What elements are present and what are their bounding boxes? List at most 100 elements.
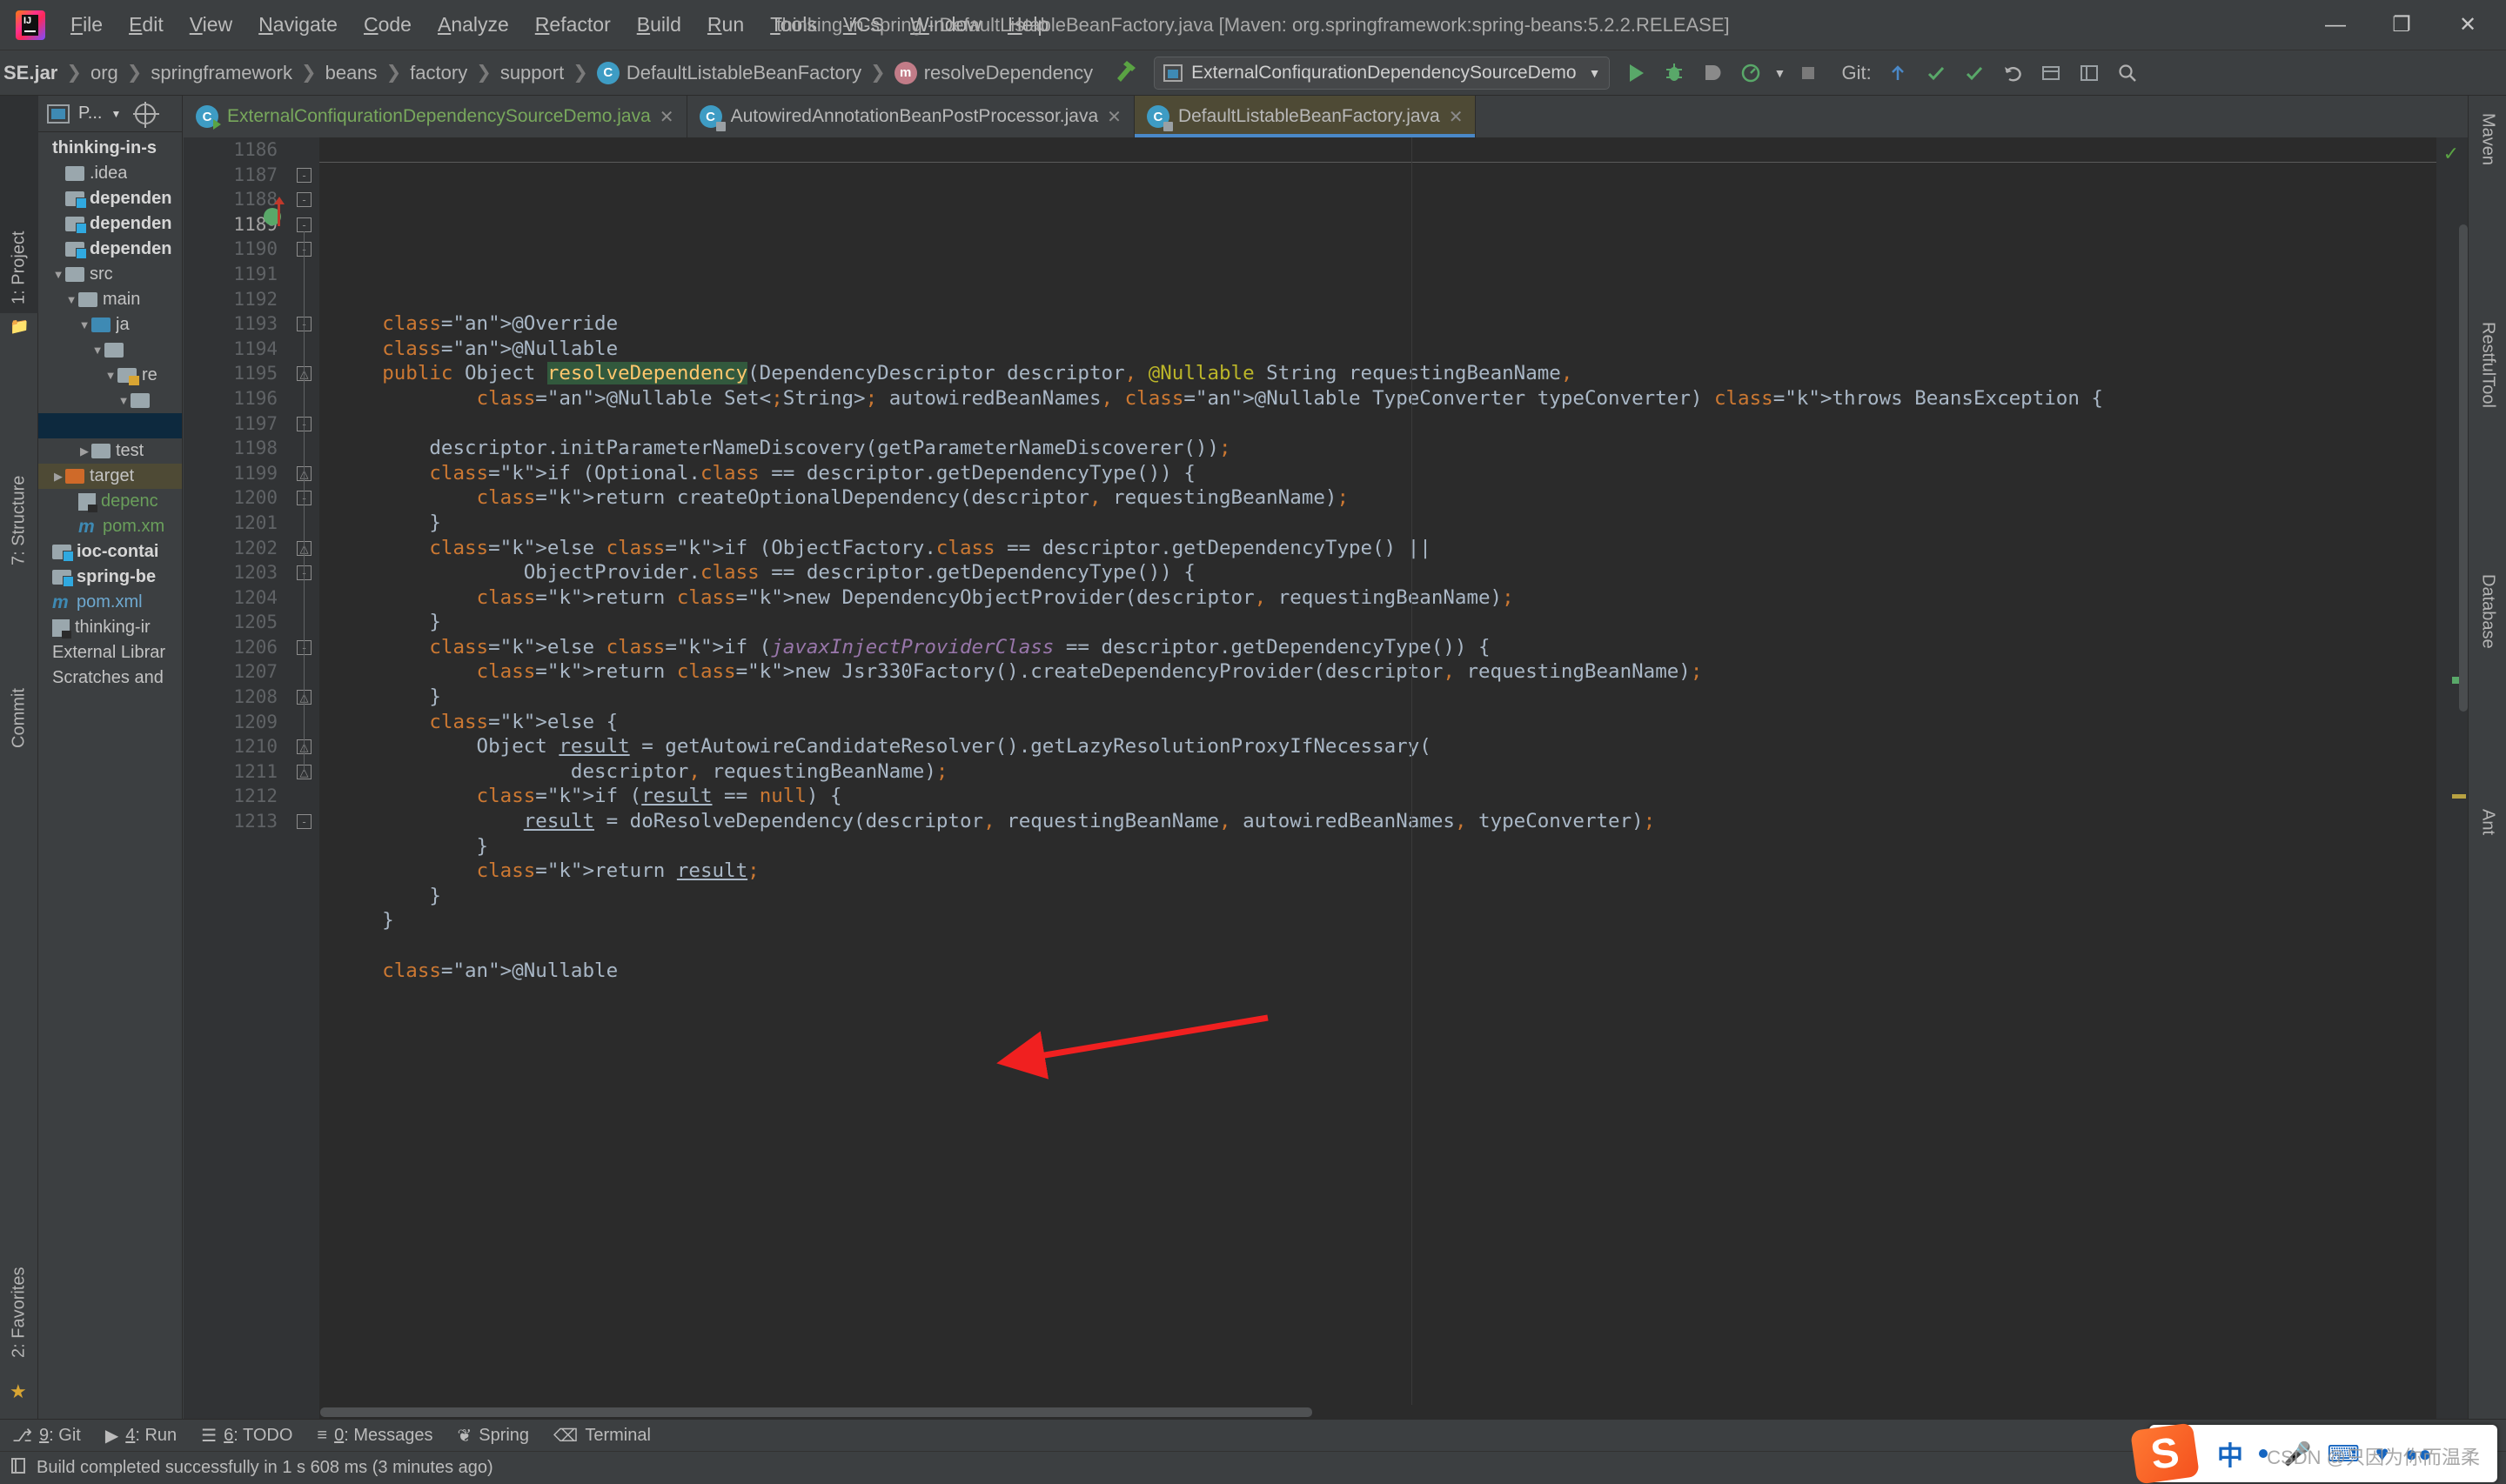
tree-node[interactable]: ▼src [38, 262, 182, 287]
code-line[interactable]: class="k">return class="k">new Jsr330Fac… [319, 659, 2436, 685]
tree-twisty-icon[interactable]: ▼ [51, 268, 65, 281]
sidebar-item-database[interactable]: Database [2469, 565, 2506, 774]
folding-gutter[interactable]: -----△-△-△--△△△- [288, 137, 319, 1419]
code-line[interactable]: class="k">if (result == null) { [319, 784, 2436, 809]
line-number[interactable]: 1202 [184, 536, 288, 561]
build-hammer-icon[interactable] [1112, 57, 1138, 88]
breadcrumb-item[interactable]: springframework [151, 62, 292, 84]
settings-icon[interactable] [2070, 54, 2108, 92]
line-number[interactable]: 1213 [184, 809, 288, 834]
minimize-button[interactable]: — [2302, 1, 2369, 50]
tree-node[interactable]: ▼ [38, 338, 182, 363]
tree-twisty-icon[interactable]: ▶ [77, 445, 91, 458]
line-number[interactable]: 1191 [184, 262, 288, 287]
code-viewport[interactable]: 1186118711881189119011911192119311941195… [184, 137, 2468, 1419]
sogou-logo-icon[interactable]: S [2130, 1422, 2200, 1484]
project-view-label[interactable]: P... [78, 104, 102, 124]
code-line[interactable]: } [319, 511, 2436, 536]
tree-twisty-icon[interactable]: ▼ [64, 293, 78, 306]
scroll-from-source-icon[interactable] [135, 104, 156, 124]
window-controls[interactable]: — ❐ ✕ [2302, 1, 2506, 50]
breadcrumb-item[interactable]: beans [325, 62, 378, 84]
code-line[interactable]: class="an">@Nullable [319, 337, 2436, 362]
tree-node[interactable]: ▼ [38, 388, 182, 413]
git-commit-icon[interactable] [1917, 54, 1955, 92]
tree-node[interactable]: .idea [38, 161, 182, 186]
code-line[interactable]: class="k">if (Optional.class == descript… [319, 461, 2436, 486]
code-line[interactable]: class="k">return result; [319, 859, 2436, 884]
fold-marker[interactable]: - [297, 168, 312, 183]
line-number[interactable]: 1206 [184, 635, 288, 660]
menu-item-view[interactable]: View [177, 8, 245, 42]
breadcrumb-item[interactable]: org [90, 62, 118, 84]
code-line[interactable]: class="k">return class="k">new Dependenc… [319, 585, 2436, 611]
tree-node[interactable]: mpom.xml [38, 590, 182, 615]
tree-node[interactable]: Scratches and [38, 665, 182, 691]
tool-window-button-run[interactable]: ▶4: Run [93, 1425, 189, 1447]
code-line[interactable]: descriptor.initParameterNameDiscovery(ge… [319, 436, 2436, 461]
tree-node[interactable]: spring-be [38, 565, 182, 590]
line-number[interactable]: 1190 [184, 237, 288, 262]
chevron-down-icon[interactable]: ▼ [1589, 66, 1601, 80]
tree-node[interactable]: ▶test [38, 438, 182, 464]
code-line[interactable]: Object result = getAutowireCandidateReso… [319, 734, 2436, 759]
editor-tab[interactable]: CAutowiredAnnotationBeanPostProcessor.ja… [687, 96, 1135, 137]
code-line[interactable]: class="k">else { [319, 710, 2436, 735]
chevron-down-icon[interactable]: ▼ [111, 108, 121, 120]
sidebar-item-restfultool[interactable]: RestfulTool [2469, 313, 2506, 539]
menu-item-vcs[interactable]: VCS [830, 8, 897, 42]
code-line[interactable]: class="an">@Nullable Set<;String>; autow… [319, 386, 2436, 411]
run-button[interactable] [1617, 54, 1655, 92]
tree-node[interactable]: thinking-ir [38, 615, 182, 640]
code-line[interactable]: } [319, 834, 2436, 859]
menu-item-code[interactable]: Code [351, 8, 425, 42]
close-icon[interactable]: ✕ [1107, 106, 1122, 128]
line-number[interactable]: 1192 [184, 287, 288, 312]
tree-twisty-icon[interactable]: ▼ [90, 344, 104, 357]
tree-node[interactable] [38, 413, 182, 438]
tool-window-button-todo[interactable]: ☰6: TODO [189, 1425, 305, 1447]
breadcrumb-method[interactable]: m resolveDependency [895, 62, 1093, 84]
code-line[interactable]: class="an">@Override [319, 311, 2436, 337]
fold-marker[interactable]: - [297, 192, 312, 207]
tool-window-button-git[interactable]: ⎇9: Git [0, 1425, 93, 1447]
line-number[interactable]: 1201 [184, 511, 288, 536]
line-number[interactable]: 1198 [184, 436, 288, 461]
breadcrumb-item[interactable]: SE.jar [3, 62, 57, 84]
code-line[interactable]: class="k">return createOptionalDependenc… [319, 485, 2436, 511]
project-tool-window[interactable]: P... ▼ thinking-in-s.ideadependendepende… [38, 96, 183, 1419]
restore-button[interactable]: ❐ [2369, 1, 2435, 50]
code-line[interactable] [319, 411, 2436, 437]
menu-item-help[interactable]: Help [995, 8, 1062, 42]
tree-node[interactable]: ▶target [38, 464, 182, 489]
editor-tab-bar[interactable]: CExternalConfiqurationDependencySourceDe… [184, 96, 2468, 137]
horizontal-scrollbar-thumb[interactable] [320, 1407, 1312, 1417]
line-number[interactable]: 1210 [184, 734, 288, 759]
sidebar-item-maven[interactable]: Maven [2469, 104, 2506, 287]
line-number[interactable]: 1195 [184, 361, 288, 386]
code-text[interactable]: class="an">@Override class="an">@Nullabl… [319, 137, 2436, 1419]
horizontal-scrollbar[interactable] [319, 1405, 2436, 1419]
project-toolbar[interactable]: P... ▼ [38, 96, 182, 132]
line-number[interactable]: 1186 [184, 137, 288, 163]
code-line[interactable] [319, 933, 2436, 959]
line-number[interactable]: 1194 [184, 337, 288, 362]
line-number[interactable]: 1208 [184, 685, 288, 710]
menu-item-analyze[interactable]: Analyze [425, 8, 522, 42]
tree-node[interactable]: mpom.xm [38, 514, 182, 539]
code-line[interactable]: ObjectProvider.class == descriptor.getDe… [319, 560, 2436, 585]
sidebar-item-structure[interactable]: 7: Structure [0, 348, 38, 574]
menu-item-refactor[interactable]: Refactor [522, 8, 624, 42]
tree-twisty-icon[interactable]: ▼ [117, 394, 131, 407]
line-number[interactable]: 1207 [184, 659, 288, 685]
status-bar[interactable]: Build completed successfully in 1 s 608 … [0, 1451, 2506, 1484]
tree-node[interactable]: ioc-contai [38, 539, 182, 565]
breadcrumb-item[interactable]: support [500, 62, 564, 84]
editor-area[interactable]: CExternalConfiqurationDependencySourceDe… [184, 96, 2468, 1419]
run-with-coverage-button[interactable] [1693, 54, 1732, 92]
line-number[interactable]: 1209 [184, 710, 288, 735]
close-icon[interactable]: ✕ [660, 106, 674, 128]
tree-node[interactable]: dependen [38, 211, 182, 237]
code-line[interactable]: public Object resolveDependency(Dependen… [319, 361, 2436, 386]
menu-item-file[interactable]: File [57, 8, 116, 42]
